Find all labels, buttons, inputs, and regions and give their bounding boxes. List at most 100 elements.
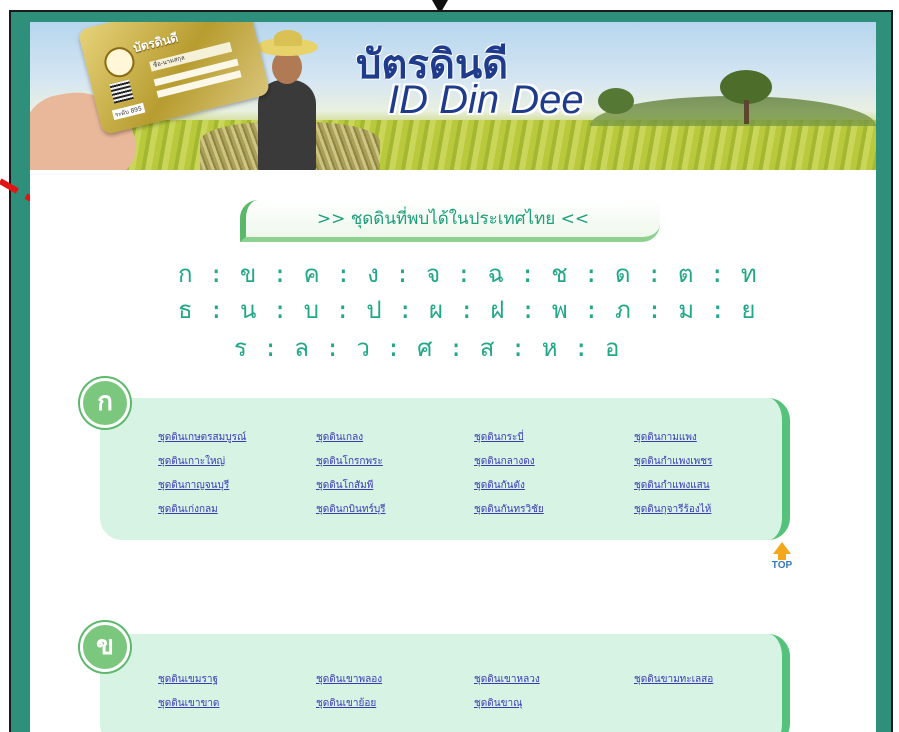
alphabet-link[interactable]: ล bbox=[294, 334, 310, 362]
alphabet-link[interactable]: ธ bbox=[178, 296, 194, 324]
card-footer: ระดับ 895 bbox=[111, 102, 145, 121]
alphabet-link[interactable]: ต bbox=[678, 260, 695, 288]
farmer-hat-crown bbox=[274, 30, 302, 46]
top-button[interactable]: TOP bbox=[768, 542, 796, 571]
soil-series-link[interactable]: ชุดดินกามแพง bbox=[634, 430, 697, 445]
soil-series-link[interactable]: ชุดดินกบินทร์บุรี bbox=[316, 502, 386, 517]
soil-series-link[interactable]: ชุดดินกาญจนบุรี bbox=[158, 478, 229, 493]
alphabet-row: ธ : น : บ : ป : ผ : ฝ : พ : ภ : ม : ย bbox=[178, 290, 758, 329]
id-card-image: 15-09061 บัตรดินดี ชื่อ-นามสกุล ระดับ 89… bbox=[77, 22, 271, 136]
tree-trunk bbox=[744, 100, 749, 124]
alphabet-link[interactable]: ด bbox=[615, 260, 632, 288]
alphabet-link[interactable]: จ bbox=[426, 260, 441, 288]
seal-icon bbox=[101, 44, 138, 81]
banner-corner bbox=[30, 170, 125, 184]
separator: : bbox=[504, 260, 552, 288]
alphabet-link[interactable]: ฝ bbox=[490, 296, 505, 324]
soil-series-link[interactable]: ชุดดินเกลง bbox=[316, 430, 363, 445]
separator: : bbox=[631, 260, 678, 288]
separator: : bbox=[694, 260, 741, 288]
section-kor: ชุดดินเกษตรสมบูรณ์ ชุดดินเกาะใหญ่ ชุดดินกา… bbox=[100, 398, 790, 540]
separator: : bbox=[320, 296, 367, 324]
alphabet-link[interactable]: ย bbox=[741, 296, 756, 324]
web-page: 15-09061 บัตรดินดี ชื่อ-นามสกุล ระดับ 89… bbox=[30, 22, 876, 732]
alphabet-link[interactable]: ศ bbox=[417, 334, 433, 362]
soil-series-link[interactable]: ชุดดินกุจารีร้องไห้ bbox=[634, 502, 711, 517]
soil-series-link[interactable]: ชุดดินเกษตรสมบูรณ์ bbox=[158, 430, 246, 445]
arrow-up-icon bbox=[773, 542, 791, 554]
alphabet-link[interactable]: ม bbox=[678, 296, 695, 324]
alphabet-link[interactable]: ค bbox=[304, 260, 321, 288]
alphabet-link[interactable]: อ bbox=[605, 334, 620, 362]
separator: : bbox=[309, 334, 357, 362]
alphabet-link[interactable]: ป bbox=[366, 296, 382, 324]
separator: : bbox=[505, 296, 552, 324]
soil-series-link[interactable]: ชุดดินกันตัง bbox=[474, 478, 525, 493]
separator: : bbox=[382, 296, 429, 324]
soil-series-link[interactable]: ชุดดินกำแพงเพชร bbox=[634, 454, 712, 469]
soil-series-link[interactable]: ชุดดินกลางดง bbox=[474, 454, 535, 469]
separator: : bbox=[444, 296, 491, 324]
soil-series-link[interactable]: ชุดดินเขาพลอง bbox=[316, 672, 382, 687]
alphabet-link[interactable]: ภ bbox=[615, 296, 632, 324]
alphabet-link[interactable]: ข bbox=[240, 260, 257, 288]
alphabet-link[interactable]: น bbox=[240, 296, 257, 324]
separator: : bbox=[320, 260, 368, 288]
separator: : bbox=[433, 334, 480, 362]
soil-series-link[interactable]: ชุดดินโกสัมพี bbox=[316, 478, 373, 493]
separator: : bbox=[695, 296, 742, 324]
header-banner: 15-09061 บัตรดินดี ชื่อ-นามสกุล ระดับ 89… bbox=[30, 22, 876, 170]
tree-image bbox=[720, 70, 772, 104]
soil-series-link[interactable]: ชุดดินเกาะใหญ่ bbox=[158, 454, 225, 469]
soil-series-link[interactable]: ชุดดินกันทรวิชัย bbox=[474, 502, 544, 517]
soil-series-link[interactable]: ชุดดินกระบี่ bbox=[474, 430, 524, 445]
logo-english: ID Din Dee bbox=[388, 78, 584, 122]
qr-code-icon bbox=[109, 79, 134, 104]
separator: : bbox=[257, 260, 304, 288]
top-label: TOP bbox=[771, 560, 793, 571]
separator: : bbox=[247, 334, 295, 362]
soil-series-link[interactable]: ชุดดินเก่งกลม bbox=[158, 502, 218, 517]
section-badge-khor: ข bbox=[80, 622, 130, 672]
rice-field-image bbox=[30, 120, 876, 170]
tree-image bbox=[598, 88, 634, 114]
separator: : bbox=[495, 334, 542, 362]
alphabet-link[interactable]: ก bbox=[178, 260, 194, 288]
alphabet-link[interactable]: ร bbox=[234, 334, 248, 362]
separator: : bbox=[370, 334, 418, 362]
alphabet-link[interactable]: พ bbox=[552, 296, 569, 324]
separator: : bbox=[441, 260, 488, 288]
section-badge-kor: ก bbox=[80, 378, 130, 428]
separator: : bbox=[379, 260, 427, 288]
separator: : bbox=[257, 296, 304, 324]
alphabet-link[interactable]: บ bbox=[304, 296, 320, 324]
alphabet-link[interactable]: ห bbox=[542, 334, 559, 362]
alphabet-row: ก : ข : ค : ง : จ : ฉ : ช : ด : ต : ท bbox=[178, 254, 758, 293]
alphabet-link[interactable]: ฉ bbox=[488, 260, 505, 288]
separator: : bbox=[193, 296, 241, 324]
section-khor: ชุดดินเขมราฐ ชุดดินเขาขาด ชุดดินเขาพลอง ชุด… bbox=[100, 634, 790, 732]
alphabet-link[interactable]: ส bbox=[480, 334, 496, 362]
alphabet-row: ร : ล : ว : ศ : ส : ห : อ bbox=[234, 328, 814, 367]
alphabet-link[interactable]: ว bbox=[356, 334, 370, 362]
separator: : bbox=[558, 334, 605, 362]
soil-series-link[interactable]: ชุดดินเขาย้อย bbox=[316, 696, 376, 711]
soil-series-link[interactable]: ชุดดินเขมราฐ bbox=[158, 672, 218, 687]
soil-series-link[interactable]: ชุดดินเขาหลวง bbox=[474, 672, 540, 687]
soil-series-link[interactable]: ชุดดินโกรกพระ bbox=[316, 454, 383, 469]
card-title: บัตรดินดี bbox=[131, 30, 180, 56]
soil-series-link[interactable]: ชุดดินเขาขาด bbox=[158, 696, 219, 711]
soil-series-link[interactable]: ชุดดินขามทะเลสอ bbox=[634, 672, 713, 687]
alphabet-link[interactable]: ท bbox=[741, 260, 758, 288]
farmer-image bbox=[258, 80, 316, 170]
separator: : bbox=[193, 260, 240, 288]
alphabet-link[interactable]: ผ bbox=[429, 296, 444, 324]
soil-series-link[interactable]: ชุดดินกำแพงแสน bbox=[634, 478, 710, 493]
separator: : bbox=[631, 296, 679, 324]
soil-series-link[interactable]: ชุดดินขาณุ bbox=[474, 696, 522, 711]
alphabet-link[interactable]: ง bbox=[367, 260, 380, 288]
separator: : bbox=[568, 260, 615, 288]
page-heading: >> ชุดดินที่พบได้ในประเทศไทย << bbox=[240, 200, 660, 242]
alphabet-link[interactable]: ช bbox=[551, 260, 568, 288]
separator: : bbox=[568, 296, 615, 324]
